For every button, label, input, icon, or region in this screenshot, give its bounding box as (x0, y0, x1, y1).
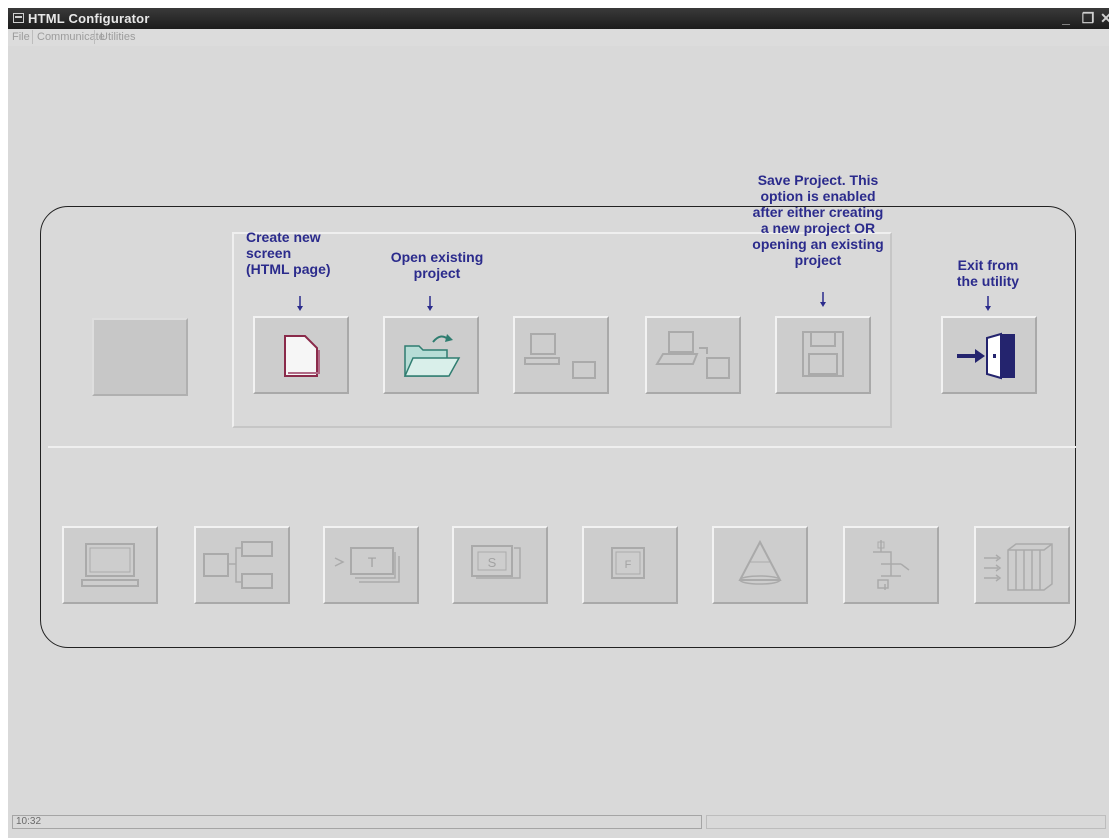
s-object-icon: S (471, 545, 521, 579)
library-tool-button (974, 526, 1070, 604)
blank-tool-button (92, 318, 188, 396)
minimize-button[interactable]: _ (1058, 10, 1074, 26)
exit-door-icon (957, 332, 1015, 380)
cone-icon (738, 539, 782, 585)
status-bar: 10:32 (8, 814, 1109, 830)
open-project-button[interactable] (383, 316, 479, 394)
tree-tool-button (843, 526, 939, 604)
monitor-icon (81, 543, 139, 587)
save-project-button (775, 316, 871, 394)
down-arrow-icon (820, 292, 826, 307)
new-page-icon (284, 335, 320, 377)
tree-network-icon (873, 540, 910, 590)
floppy-disk-icon (802, 331, 844, 377)
upload-button (645, 316, 741, 394)
toolbar-divider (48, 446, 1076, 448)
down-arrow-icon (427, 296, 433, 311)
computer-transfer-icon (524, 333, 596, 379)
status-time: 10:32 (12, 815, 702, 829)
callout-save-project: Save Project. This option is enabled aft… (752, 172, 884, 268)
exit-button[interactable] (941, 316, 1037, 394)
callout-create-new-screen: Create new screen (HTML page) (246, 229, 331, 277)
title-bar: HTML Configurator _ ❐ ✕ (8, 8, 1109, 29)
menu-separator (32, 30, 33, 44)
menu-separator (94, 30, 95, 44)
menu-utilities[interactable]: Utilities (100, 31, 135, 43)
down-arrow-icon (297, 296, 303, 311)
f-object-label: F (625, 559, 632, 571)
shape-tool-button (712, 526, 808, 604)
screen-map-icon (203, 541, 273, 589)
open-folder-icon (403, 334, 461, 377)
status-panel (706, 815, 1106, 829)
window-title: HTML Configurator (28, 11, 150, 26)
menu-file[interactable]: File (12, 31, 30, 43)
close-button[interactable]: ✕ (1100, 10, 1109, 26)
text-tool-label: T (368, 554, 377, 570)
s-object-label: S (488, 555, 497, 570)
callout-exit-utility: Exit from the utility (956, 257, 1020, 289)
download-button (513, 316, 609, 394)
menu-bar: File Communicate Utilities (8, 29, 1109, 46)
screen-map-tool-button (194, 526, 290, 604)
text-tool-button: T (323, 526, 419, 604)
callout-open-existing-project: Open existing project (390, 249, 484, 281)
screen-tool-button (62, 526, 158, 604)
f-object-tool-button: F (582, 526, 678, 604)
computer-upload-icon (655, 331, 730, 379)
text-pages-icon: T (334, 547, 400, 583)
maximize-button[interactable]: ❐ (1080, 10, 1096, 26)
f-object-icon: F (611, 547, 645, 579)
library-arrows-icon (984, 543, 1053, 591)
s-object-tool-button: S (452, 526, 548, 604)
app-window-icon (13, 13, 24, 23)
down-arrow-icon (985, 296, 991, 311)
new-screen-button[interactable] (253, 316, 349, 394)
